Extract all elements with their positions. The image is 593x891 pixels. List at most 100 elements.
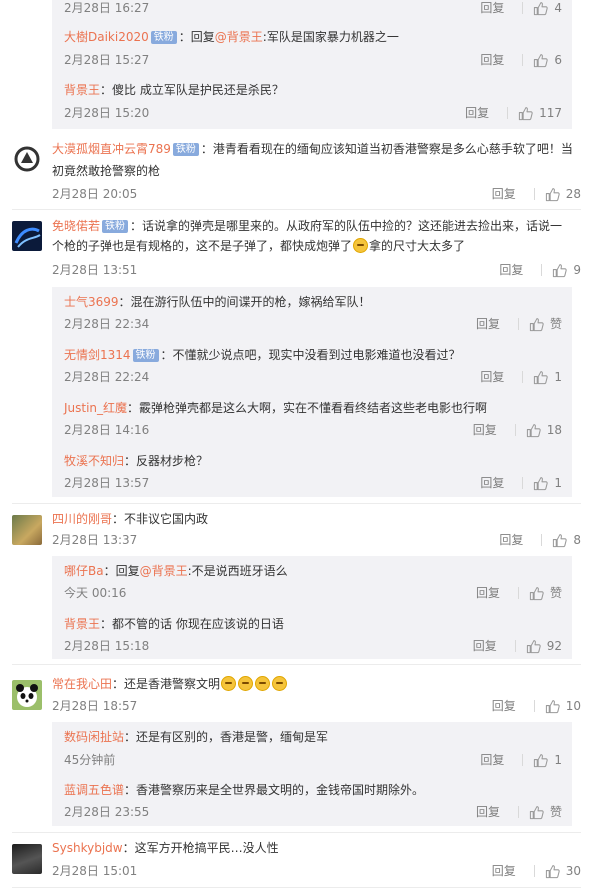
like-icon[interactable] — [552, 263, 567, 278]
like-icon[interactable] — [552, 533, 567, 548]
comment-author[interactable]: 大漠孤烟直冲云霄789 — [52, 142, 171, 156]
like-count[interactable]: 4 — [554, 0, 562, 16]
reply-author[interactable]: 大樹Daiki2020 — [64, 30, 149, 44]
avatar[interactable] — [12, 144, 42, 174]
reply-author[interactable]: 背景王 — [64, 617, 100, 631]
like-count[interactable]: 6 — [554, 52, 562, 68]
fan-badge[interactable]: 铁粉 — [132, 349, 159, 362]
comment-text: ：不非议它国内政 — [112, 512, 209, 526]
comment-actions: 回复 30 — [492, 863, 581, 879]
reply-button[interactable]: 回复 — [480, 369, 504, 385]
reply-actions: 回复 赞 — [476, 585, 562, 601]
reply-author[interactable]: 数码闲扯站 — [64, 730, 124, 744]
reply-button[interactable]: 回复 — [492, 863, 516, 879]
reply-button[interactable]: 回复 — [473, 638, 497, 654]
comment-date: 2月28日 20:05 — [52, 187, 138, 201]
comment-author[interactable]: 常在我心田 — [52, 677, 112, 691]
like-count[interactable]: 9 — [573, 262, 581, 278]
fan-badge[interactable]: 铁粉 — [150, 31, 177, 44]
like-count[interactable]: 28 — [566, 186, 581, 202]
like-icon[interactable] — [545, 699, 560, 714]
like-icon[interactable] — [545, 864, 560, 879]
divider — [507, 107, 509, 119]
reply-group-top: 2月28日 16:27 回复 4 大樹Daiki2020 铁粉 ：回复@背景王:军队… — [52, 0, 572, 129]
avatar[interactable] — [12, 844, 42, 874]
like-icon[interactable] — [526, 423, 541, 438]
like-icon[interactable] — [529, 805, 544, 820]
like-count[interactable]: 1 — [554, 369, 562, 385]
comment-author[interactable]: 免晓偌若 — [52, 219, 100, 233]
reply-date: 2月28日 15:27 — [64, 53, 150, 67]
reply-actions: 回复 4 — [480, 0, 562, 16]
like-count[interactable]: 1 — [554, 752, 562, 768]
avatar[interactable] — [12, 680, 42, 710]
like-count[interactable]: 117 — [539, 105, 562, 121]
reply-date: 今天 00:16 — [64, 586, 127, 600]
like-icon[interactable] — [545, 187, 560, 202]
like-icon[interactable] — [533, 476, 548, 491]
reply-text: ：香港警察历来是全世界最文明的，金钱帝国时期除外。 — [124, 783, 425, 797]
reply-date: 2月28日 23:55 — [64, 805, 150, 819]
panda-icon — [12, 680, 42, 710]
reply-button[interactable]: 回复 — [480, 52, 504, 68]
reply-prefix: ：回复 — [103, 564, 140, 578]
comment-author[interactable]: Syshkybjdw — [52, 841, 123, 855]
divider — [517, 318, 519, 330]
like-icon[interactable] — [533, 53, 548, 68]
comment-author[interactable]: 四川的刚哥 — [52, 512, 112, 526]
reply-button[interactable]: 回复 — [476, 804, 500, 820]
mention-link[interactable]: @背景王 — [215, 30, 263, 44]
divider — [522, 2, 524, 14]
comment-text: ：这军方开枪搞平民…没人性 — [122, 841, 279, 855]
reply-button[interactable]: 回复 — [492, 698, 516, 714]
like-count[interactable]: 8 — [573, 532, 581, 548]
like-count[interactable]: 赞 — [550, 316, 562, 332]
like-count[interactable]: 赞 — [550, 585, 562, 601]
reply-button[interactable]: 回复 — [480, 752, 504, 768]
like-count[interactable]: 30 — [566, 863, 581, 879]
like-count[interactable]: 10 — [566, 698, 581, 714]
reply-date: 45分钟前 — [64, 753, 116, 767]
like-count[interactable]: 18 — [547, 422, 562, 438]
reply-button[interactable]: 回复 — [480, 0, 504, 16]
like-icon[interactable] — [529, 586, 544, 601]
avatar[interactable] — [12, 515, 42, 545]
reply-button[interactable]: 回复 — [492, 186, 516, 202]
comment-text-line2: 个枪的子弹也是有规格的，这不是子弹了，都快成炮弹了 — [52, 239, 353, 253]
reply-date: 2月28日 15:18 — [64, 639, 150, 653]
fan-badge[interactable]: 铁粉 — [102, 220, 129, 233]
avatar[interactable] — [12, 221, 42, 251]
like-icon[interactable] — [533, 370, 548, 385]
comment-text: ：还是香港警察文明 — [112, 677, 221, 691]
reply-button[interactable]: 回复 — [499, 262, 523, 278]
reply-button[interactable]: 回复 — [476, 585, 500, 601]
reply-button[interactable]: 回复 — [499, 532, 523, 548]
like-icon[interactable] — [526, 639, 541, 654]
emoji-icon — [353, 238, 369, 253]
like-count[interactable]: 赞 — [550, 804, 562, 820]
reply-author[interactable]: 蓝调五色谱 — [64, 783, 124, 797]
reply-author[interactable]: 士气3699 — [64, 295, 119, 309]
reply-button[interactable]: 回复 — [473, 422, 497, 438]
reply-button[interactable]: 回复 — [465, 105, 489, 121]
reply-author[interactable]: 背景王 — [64, 83, 100, 97]
mention-link[interactable]: @背景王 — [140, 564, 188, 578]
like-icon[interactable] — [529, 317, 544, 332]
reply-author[interactable]: Justin_红魔 — [64, 401, 127, 415]
reply-actions: 回复 1 — [480, 369, 562, 385]
like-count[interactable]: 1 — [554, 475, 562, 491]
divider — [522, 371, 524, 383]
reply-author[interactable]: 牧溪不知归 — [64, 454, 124, 468]
like-icon[interactable] — [533, 753, 548, 768]
reply-author[interactable]: 哪仔Ba — [64, 564, 104, 578]
reply-author[interactable]: 无情剑1314 — [64, 348, 131, 362]
divider — [12, 832, 581, 833]
fan-badge[interactable]: 铁粉 — [172, 143, 199, 156]
reply-actions: 回复 18 — [473, 422, 562, 438]
like-icon[interactable] — [518, 106, 533, 121]
reply-button[interactable]: 回复 — [476, 316, 500, 332]
reply-text: :军队是国家暴力机器之一 — [262, 30, 399, 44]
like-icon[interactable] — [533, 1, 548, 16]
reply-button[interactable]: 回复 — [480, 475, 504, 491]
like-count[interactable]: 92 — [547, 638, 562, 654]
